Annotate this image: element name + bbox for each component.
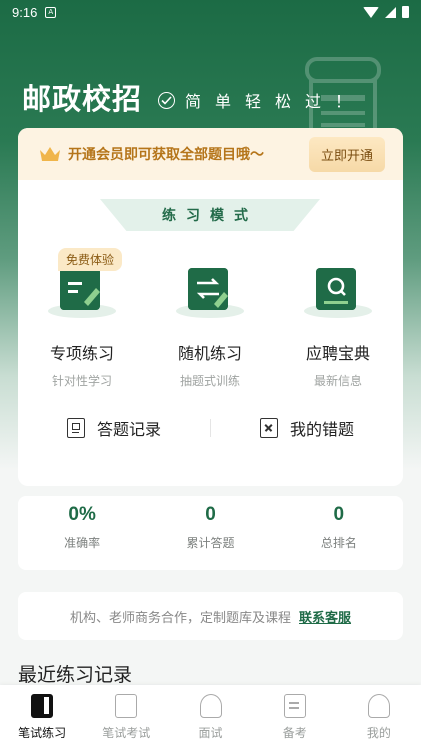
stat-value: 0 [205,504,216,525]
record-links: 答题记录 我的错题 [18,416,403,440]
tab-label: 笔试练习 [18,726,67,740]
practice-mode-title: 练习模式 [100,199,320,231]
stat-label: 累计答题 [186,536,235,550]
answer-record-label: 答题记录 [96,420,161,439]
stat-value: 0% [68,504,96,525]
signal-icon [385,6,396,18]
tab-preparation[interactable]: 备考 [253,685,337,748]
pencil-note-icon [60,268,100,310]
stat-total-answers: 0 累计答题 [146,496,274,570]
check-circle-icon [158,91,175,109]
tab-interview[interactable]: 面试 [168,685,252,748]
slogan-text: 简单轻松过！ [185,92,366,111]
stat-accuracy: 0% 准确率 [18,496,146,570]
wrong-answers-label: 我的错题 [289,420,354,439]
tab-written-exam[interactable]: 笔试考试 [84,685,168,748]
status-bar: 9:16 A [0,0,421,24]
feature-job-guide[interactable]: 应聘宝典 最新信息 [274,248,402,389]
feature-subtitle: 抽题式训练 [179,374,240,388]
exam-book-icon [115,694,138,718]
stat-label: 准确率 [64,536,101,550]
contact-text: 机构、老师商务合作，定制题库及课程 [69,610,291,626]
document-icon [283,694,306,718]
book-search-icon [316,268,356,310]
contact-support-link[interactable]: 联系客服 [299,607,351,626]
battery-icon [402,6,409,18]
bottom-tab-bar: 笔试练习 笔试考试 面试 备考 我的 [0,685,421,748]
free-trial-badge: 免费体验 [58,248,123,271]
wrong-answers-link[interactable]: 我的错题 [211,416,403,440]
recent-practice-title: 最近练习记录 [18,664,133,686]
open-membership-button[interactable]: 立即开通 [308,136,385,172]
business-contact-bar: 机构、老师商务合作，定制题库及课程 联系客服 [18,592,403,640]
wifi-icon [363,6,379,18]
stat-label: 总排名 [320,536,357,550]
practice-card: 开通会员即可获取全部题目哦～ 立即开通 练习模式 免费体验 专项练习 针对性学习 [18,128,403,486]
tab-label: 备考 [282,726,307,740]
notebook-icon [31,694,54,718]
crown-icon [40,147,60,161]
record-icon [66,418,85,438]
feature-title: 专项练习 [49,344,114,363]
brand-title: 邮政校招 [22,82,143,116]
stats-panel: 0% 准确率 0 累计答题 0 总排名 [18,496,403,570]
notification-icon: A [45,6,57,18]
tab-label: 笔试考试 [102,726,151,740]
feature-subtitle: 针对性学习 [51,374,112,388]
tab-label: 面试 [198,726,223,740]
stat-rank: 0 总排名 [275,496,403,570]
status-time: 9:16 [12,4,38,20]
feature-random-practice[interactable]: 随机练习 抽题式训练 [146,248,274,389]
answer-record-link[interactable]: 答题记录 [18,416,210,440]
shuffle-icon [188,268,228,310]
user-icon [367,694,390,718]
feature-title: 随机练习 [177,344,242,363]
interview-icon [199,694,222,718]
slogan: 简单轻松过！ [158,88,365,112]
feature-subtitle: 最新信息 [313,374,362,388]
feature-title: 应聘宝典 [305,344,370,363]
stat-value: 0 [333,504,345,525]
tab-label: 我的 [366,726,391,740]
vip-banner-text: 开通会员即可获取全部题目哦～ [68,147,264,163]
tab-written-practice[interactable]: 笔试练习 [0,685,84,748]
wrong-answers-icon [259,418,278,438]
vip-banner[interactable]: 开通会员即可获取全部题目哦～ 立即开通 [18,128,403,180]
tab-mine[interactable]: 我的 [337,685,421,748]
